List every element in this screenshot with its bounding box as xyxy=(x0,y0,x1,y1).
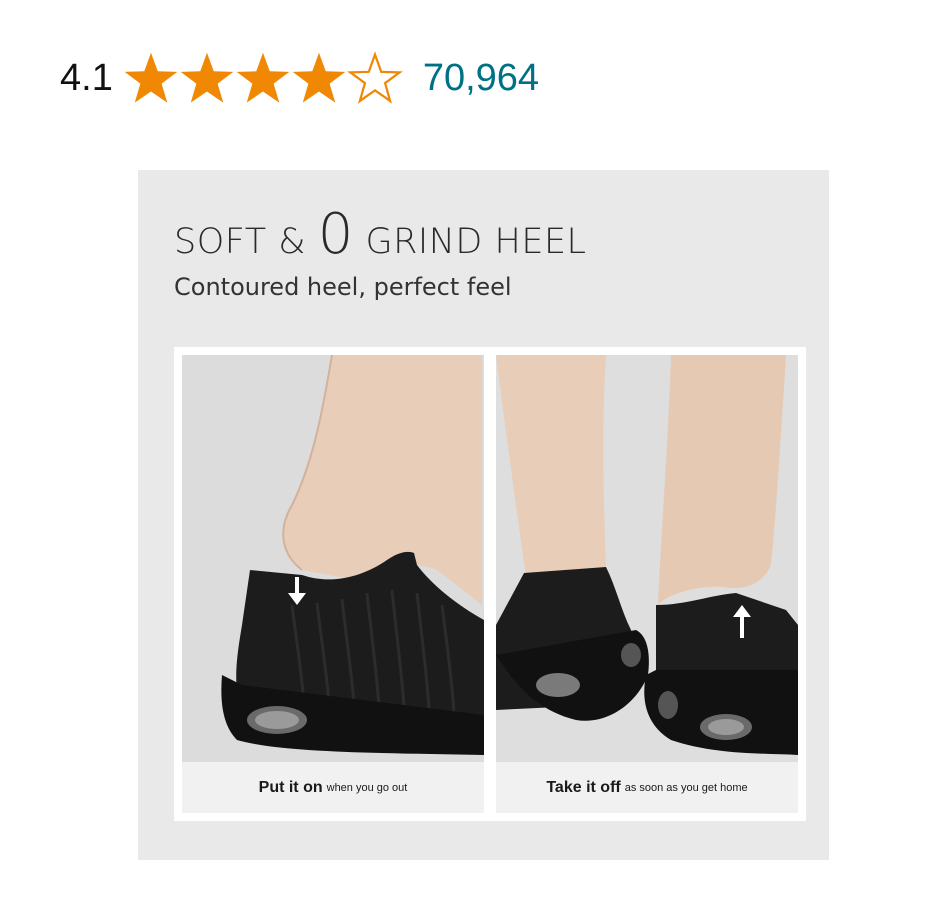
review-count-link[interactable]: 70,964 xyxy=(423,57,539,100)
promo-title: SOFT & 0 GRIND HEEL xyxy=(174,202,587,267)
star-rating[interactable] xyxy=(123,51,403,105)
take-off-caption: Take it off as soon as you get home xyxy=(496,762,798,813)
promo-title-zero: 0 xyxy=(317,202,354,267)
put-on-caption-rest: when you go out xyxy=(326,781,408,794)
rating-row: 4.1 70,964 xyxy=(60,50,539,106)
star-filled-icon xyxy=(124,52,178,103)
put-on-caption: Put it on when you go out xyxy=(182,762,484,813)
star-filled-icon xyxy=(292,52,346,103)
take-off-caption-bold: Take it off xyxy=(546,778,621,796)
product-feature-image: SOFT & 0 GRIND HEEL Contoured heel, perf… xyxy=(138,170,829,860)
promo-title-part2: GRIND HEEL xyxy=(353,222,587,262)
put-on-caption-bold: Put it on xyxy=(258,778,323,796)
panel-take-off: Take it off as soon as you get home xyxy=(488,347,806,821)
promo-subtitle: Contoured heel, perfect feel xyxy=(174,273,512,301)
star-empty-icon xyxy=(346,51,403,104)
star-filled-icon xyxy=(180,52,234,103)
rating-value: 4.1 xyxy=(60,56,113,99)
put-on-photo xyxy=(182,355,484,762)
star-filled-icon xyxy=(236,52,290,103)
promo-title-part1: SOFT & xyxy=(174,222,318,262)
take-off-photo xyxy=(496,355,798,762)
take-off-caption-rest: as soon as you get home xyxy=(624,781,748,794)
panel-put-on: Put it on when you go out xyxy=(174,347,492,821)
